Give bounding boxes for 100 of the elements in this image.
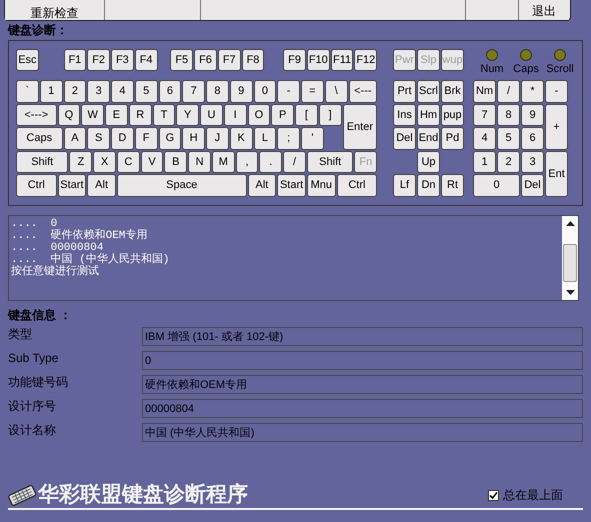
- field-label: 设计序号: [8, 399, 57, 413]
- keyboard-key: 2: [497, 150, 520, 173]
- keyboard-key: 1: [473, 150, 496, 173]
- keyboard-key: Z: [69, 150, 92, 173]
- section-heading: 键盘诊断：: [8, 22, 69, 38]
- keyboard-key: U: [200, 104, 223, 126]
- keyboard-key: wup: [441, 49, 464, 71]
- keyboard-key: N: [188, 150, 211, 173]
- checkbox-label: 总在最上面: [503, 487, 563, 504]
- recheck-button[interactable]: 重新检查: [5, 0, 105, 20]
- keyboard-key: *: [521, 80, 544, 102]
- keyboard-key: Ins: [393, 104, 416, 126]
- log-line: .... 中国 (中华人民共和国): [11, 254, 170, 266]
- keyboard-key: 0: [254, 80, 276, 102]
- keyboard-key: D: [111, 127, 134, 150]
- keyboard-key: Brk: [441, 80, 464, 102]
- log-line: .... 00000804: [11, 242, 104, 254]
- keyboard-key: F1: [64, 49, 86, 71]
- keyboard-key: +: [545, 104, 568, 150]
- indicator-label: Caps: [513, 63, 539, 75]
- keyboard-key: 0: [473, 174, 520, 196]
- keyboard-key: Slp: [417, 49, 440, 71]
- scroll-up-icon[interactable]: [566, 221, 574, 226]
- keyboard-key: ;: [277, 127, 300, 150]
- keyboard-key: Ctrl: [336, 174, 378, 196]
- section-heading: 键盘信息 ：: [8, 307, 72, 323]
- keyboard-key: J: [206, 127, 229, 150]
- keyboard-key: 5: [134, 80, 158, 102]
- keyboard-key: Del: [521, 174, 544, 196]
- indicator-label: Scroll: [546, 63, 574, 75]
- keyboard-key: 5: [497, 127, 520, 150]
- keyboard-key: Ent: [545, 150, 568, 196]
- log-line: .... 硬件依赖和OEM专用: [11, 230, 148, 242]
- keyboard-key: P: [271, 104, 294, 126]
- keyboard-key: Space: [116, 174, 247, 196]
- keyboard-key: F3: [111, 49, 134, 71]
- keyboard-key: 1: [40, 80, 62, 102]
- keyboard-key: Fn: [354, 150, 378, 173]
- keyboard-key: Scrl: [417, 80, 440, 102]
- keyboard-key: Up: [417, 150, 440, 173]
- keyboard-key: Hm: [417, 104, 440, 126]
- keyboard-key: .: [259, 150, 282, 173]
- log-line: .... 0: [11, 218, 58, 230]
- keyboard-key: 8: [206, 80, 229, 102]
- keyboard-key: O: [248, 104, 270, 126]
- keyboard-key: Alt: [248, 174, 276, 196]
- keyboard-key: <---: [348, 80, 378, 102]
- keyboard-key: F6: [194, 49, 217, 71]
- scroll-down-icon[interactable]: [566, 290, 574, 295]
- keyboard-key: Nm: [473, 80, 496, 102]
- value-field: IBM 增强 (101- 或者 102-键): [142, 327, 583, 346]
- keyboard-key: Y: [176, 104, 200, 126]
- keyboard-key: Start: [277, 174, 306, 196]
- keyboard-key: 9: [230, 80, 252, 102]
- keyboard-key: -: [277, 80, 300, 102]
- keyboard-key: 4: [111, 80, 134, 102]
- keyboard-key: End: [417, 127, 440, 150]
- keyboard-key: K: [230, 127, 252, 150]
- keyboard-key: Q: [58, 104, 80, 126]
- keyboard-key: Dn: [417, 174, 440, 196]
- keyboard-key: F8: [242, 49, 264, 71]
- value-field: 硬件依赖和OEM专用: [142, 375, 583, 394]
- field-label: 设计名称: [8, 423, 57, 437]
- keyboard-key: -: [545, 80, 568, 102]
- value-field: 中国 (中华人民共和国): [142, 423, 583, 442]
- scrollbar[interactable]: [562, 216, 578, 300]
- keyboard-key: B: [164, 150, 188, 173]
- keyboard-key: M: [212, 150, 235, 173]
- keyboard-key: 4: [473, 127, 496, 150]
- checkbox[interactable]: [488, 490, 499, 501]
- keyboard-key: V: [140, 150, 164, 173]
- keyboard-key: F9: [283, 49, 306, 71]
- value-field: 00000804: [142, 399, 583, 418]
- keyboard-key: R: [128, 104, 152, 126]
- keyboard-key: 3: [87, 80, 110, 102]
- keyboard-key: 9: [521, 104, 544, 126]
- keyboard-key: Lf: [393, 174, 416, 196]
- field-label: Sub Type: [8, 351, 60, 365]
- keyboard-key: 8: [497, 104, 520, 126]
- keyboard-key: Del: [393, 127, 416, 150]
- keyboard-key: Enter: [342, 104, 378, 150]
- keyboard-key: =: [301, 80, 324, 102]
- value-field: 0: [142, 351, 583, 370]
- keyboard-key: A: [64, 127, 86, 150]
- keyboard-key: W: [81, 104, 104, 126]
- keyboard-key: `: [16, 80, 39, 102]
- scrollbar-thumb[interactable]: [563, 244, 577, 282]
- keyboard-icon: [8, 484, 36, 506]
- keyboard-key: F11: [330, 49, 354, 71]
- keyboard-key: Rt: [441, 174, 464, 196]
- keyboard-key: <--->: [16, 104, 57, 126]
- keyboard-key: Ctrl: [16, 174, 57, 196]
- keyboard-key: F4: [134, 49, 158, 71]
- keyboard-key: E: [105, 104, 128, 126]
- keyboard-key: Pwr: [393, 49, 416, 71]
- keyboard-key: F: [134, 127, 158, 150]
- keyboard-key: F7: [218, 49, 241, 71]
- keyboard-key: Shift: [306, 150, 354, 173]
- keyboard-key: X: [93, 150, 116, 173]
- keyboard-key: F2: [87, 49, 110, 71]
